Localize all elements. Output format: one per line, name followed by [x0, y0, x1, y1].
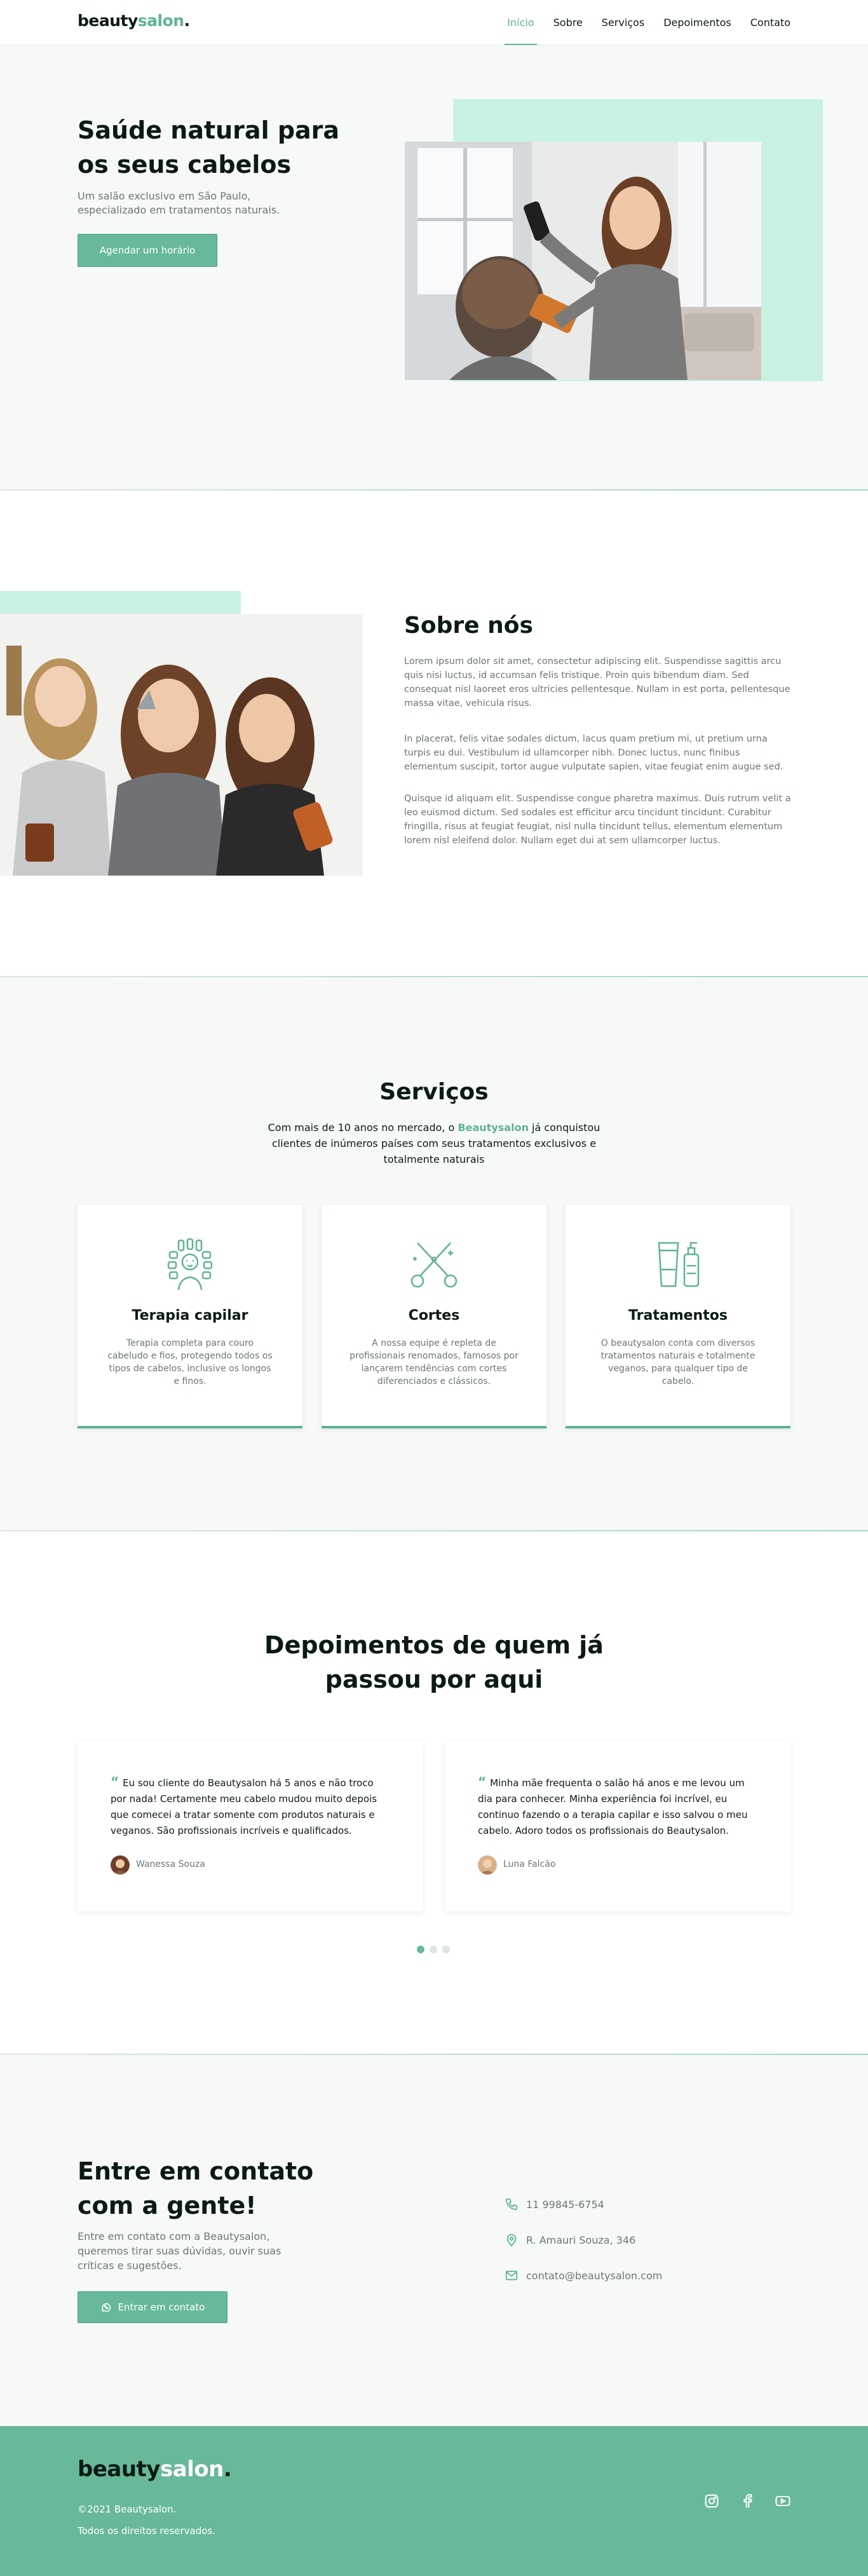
- nav-link-sobre[interactable]: Sobre: [553, 0, 583, 45]
- avatar: [111, 1855, 130, 1874]
- services-title: Serviços: [379, 1079, 489, 1105]
- nav-link-contato[interactable]: Contato: [750, 0, 790, 45]
- nav-link-depoimentos[interactable]: Depoimentos: [663, 0, 731, 45]
- service-title: Tratamentos: [628, 1308, 728, 1324]
- location-pin-icon: [506, 2234, 517, 2247]
- section-divider: [0, 976, 868, 977]
- service-card: Terapia capilar Terapia completa para co…: [78, 1205, 302, 1428]
- carousel-pagination: [417, 1946, 450, 1953]
- hair-curlers-icon: [165, 1238, 215, 1291]
- about-paragraph: Lorem ipsum dolor sit amet, consectetur …: [404, 656, 790, 708]
- contact-phone[interactable]: 11 99845-6754: [505, 2197, 604, 2211]
- about-paragraph: In placerat, felis vitae sodales dictum,…: [404, 734, 783, 772]
- quote-icon: “: [478, 1774, 487, 1789]
- logo[interactable]: beautysalon.: [78, 11, 190, 30]
- contact-email[interactable]: contato@beautysalon.com: [505, 2268, 662, 2282]
- carousel-dot[interactable]: [417, 1946, 424, 1953]
- testimonial-author: Wanessa Souza: [136, 1859, 205, 1869]
- services-intro: Com mais de 10 anos no mercado, o Beauty…: [268, 1122, 600, 1165]
- main-nav: Início Sobre Serviços Depoimentos Contat…: [505, 0, 790, 45]
- hero-subtitle: Um salão exclusivo em São Paulo, especia…: [78, 190, 280, 216]
- facebook-icon[interactable]: [738, 2492, 756, 2510]
- youtube-icon[interactable]: [774, 2492, 792, 2510]
- hero-salon-photo: [405, 142, 761, 380]
- testimonial-card: “Minha mãe frequenta o salão há anos e m…: [445, 1741, 790, 1911]
- about-paragraph: Quisque id aliquam elit. Suspendisse con…: [404, 794, 791, 846]
- section-divider: [0, 2054, 868, 2055]
- instagram-icon[interactable]: [703, 2492, 721, 2510]
- service-card: Cortes A nossa equipe é repleta de profi…: [322, 1205, 546, 1428]
- cosmetic-bottles-icon: [653, 1238, 703, 1291]
- contact-button[interactable]: Entrar em contato: [78, 2291, 227, 2323]
- hero-title: Saúde natural para os seus cabelos: [78, 116, 340, 179]
- schedule-button[interactable]: Agendar um horário: [78, 234, 217, 267]
- footer-rights: Todos os direitos reservados.: [78, 2525, 216, 2537]
- contact-address: R. Amauri Souza, 346: [505, 2233, 635, 2247]
- nav-link-inicio[interactable]: Início: [505, 0, 538, 45]
- testimonial-quote: “Eu sou cliente do Beautysalon há 5 anos…: [111, 1774, 377, 1836]
- testimonial-quote: “Minha mãe frequenta o salão há anos e m…: [478, 1774, 748, 1836]
- contact-title: Entre em contato com a gente!: [78, 2157, 314, 2220]
- contact-subtitle: Entre em contato com a Beautysalon, quer…: [78, 2230, 281, 2272]
- testimonial-author: Luna Falcão: [503, 1859, 556, 1869]
- about-title: Sobre nós: [404, 613, 533, 639]
- service-description: A nossa equipe é repleta de profissionai…: [349, 1338, 519, 1386]
- service-card: Tratamentos O beautysalon conta com dive…: [566, 1205, 790, 1428]
- quote-icon: “: [111, 1774, 119, 1789]
- service-title: Terapia capilar: [132, 1308, 248, 1324]
- whatsapp-icon: [101, 2303, 111, 2312]
- carousel-dot[interactable]: [442, 1946, 450, 1953]
- footer-copyright: ©2021 Beautysalon.: [78, 2504, 177, 2515]
- avatar: [478, 1855, 497, 1874]
- scissors-icon: [409, 1238, 459, 1291]
- service-title: Cortes: [408, 1308, 460, 1324]
- about-team-photo: [0, 614, 363, 876]
- section-divider: [0, 489, 868, 491]
- testimonial-card: “Eu sou cliente do Beautysalon há 5 anos…: [78, 1741, 423, 1911]
- section-divider: [0, 1530, 868, 1531]
- site-header: beautysalon. Início Sobre Serviços Depoi…: [0, 0, 868, 45]
- footer-logo[interactable]: beautysalon.: [78, 2457, 232, 2482]
- carousel-dot[interactable]: [430, 1946, 437, 1953]
- phone-icon: [505, 2198, 518, 2211]
- testimonials-title: Depoimentos de quem já passou por aqui: [264, 1631, 604, 1693]
- service-description: Terapia completa para couro cabeludo e f…: [107, 1338, 273, 1386]
- brand-highlight: Beautysalon: [458, 1122, 529, 1134]
- nav-link-servicos[interactable]: Serviços: [602, 0, 644, 45]
- service-description: O beautysalon conta com diversos tratame…: [600, 1338, 756, 1386]
- mail-icon: [505, 2270, 518, 2281]
